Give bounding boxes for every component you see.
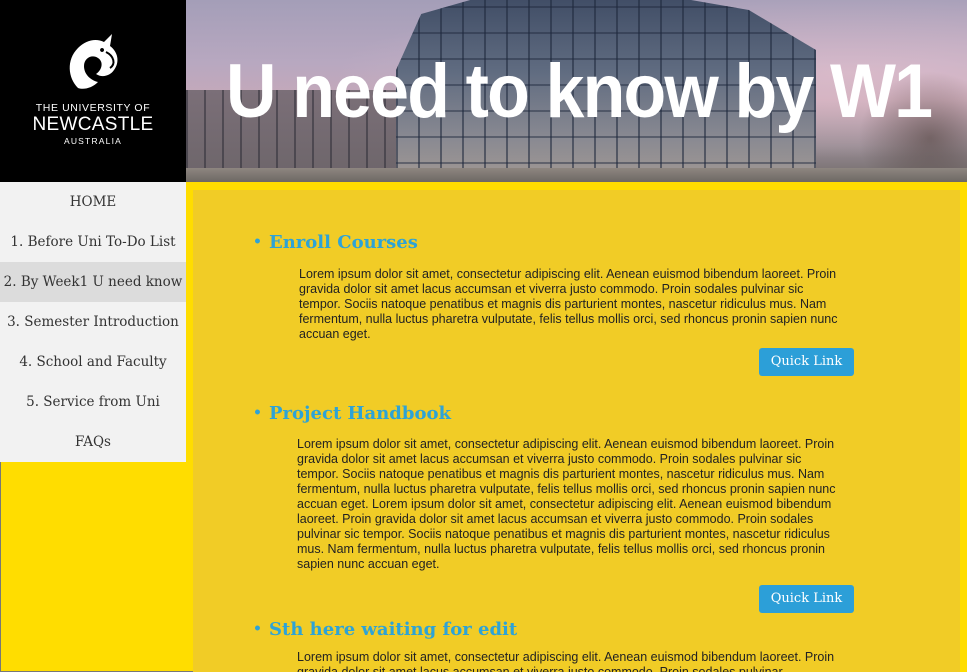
seahorse-crest-icon	[69, 34, 118, 89]
section-body: Lorem ipsum dolor sit amet, consectetur …	[297, 437, 836, 571]
section-body: Lorem ipsum dolor sit amet, consectetur …	[299, 267, 838, 341]
section-title-text: Enroll Courses	[269, 232, 418, 253]
logo-text-line2: NEWCASTLE	[32, 114, 154, 135]
section-title: • Sth here waiting for edit	[253, 619, 517, 640]
logo-text-line1: THE UNIVERSITY OF	[35, 102, 151, 114]
nav-item-semester-intro[interactable]: 3. Semester Introduction	[0, 302, 186, 342]
section-title-text: Project Handbook	[269, 403, 451, 424]
sidebar-empty-area	[0, 462, 193, 672]
nav-item-before-uni[interactable]: 1. Before Uni To-Do List	[0, 222, 186, 262]
nav-item-home[interactable]: HOME	[0, 182, 186, 222]
nav-item-school-faculty[interactable]: 4. School and Faculty	[0, 342, 186, 382]
page-title: U need to know by W1	[226, 49, 933, 134]
bullet-icon: •	[253, 234, 262, 250]
section-title: • Project Handbook	[253, 403, 451, 424]
header-banner: U need to know by W1	[186, 0, 967, 182]
university-logo[interactable]: THE UNIVERSITY OF NEWCASTLE AUSTRALIA	[0, 0, 186, 182]
quick-link-button[interactable]: Quick Link	[759, 585, 854, 613]
section-title: • Enroll Courses	[253, 232, 418, 253]
banner-plaza	[186, 168, 967, 182]
nav-item-service[interactable]: 5. Service from Uni	[0, 382, 186, 422]
sidebar-nav: HOME 1. Before Uni To-Do List 2. By Week…	[0, 182, 186, 462]
section-body: Lorem ipsum dolor sit amet, consectetur …	[297, 650, 835, 672]
main-content: • Enroll Courses Lorem ipsum dolor sit am…	[193, 190, 960, 672]
nav-item-faqs[interactable]: FAQs	[0, 422, 186, 462]
nav-item-by-week1[interactable]: 2. By Week1 U need know	[0, 262, 186, 302]
bullet-icon: •	[253, 621, 262, 637]
logo-text-line3: AUSTRALIA	[63, 136, 123, 146]
bullet-icon: •	[253, 405, 262, 421]
section-title-text: Sth here waiting for edit	[269, 619, 518, 640]
quick-link-button[interactable]: Quick Link	[759, 348, 854, 376]
